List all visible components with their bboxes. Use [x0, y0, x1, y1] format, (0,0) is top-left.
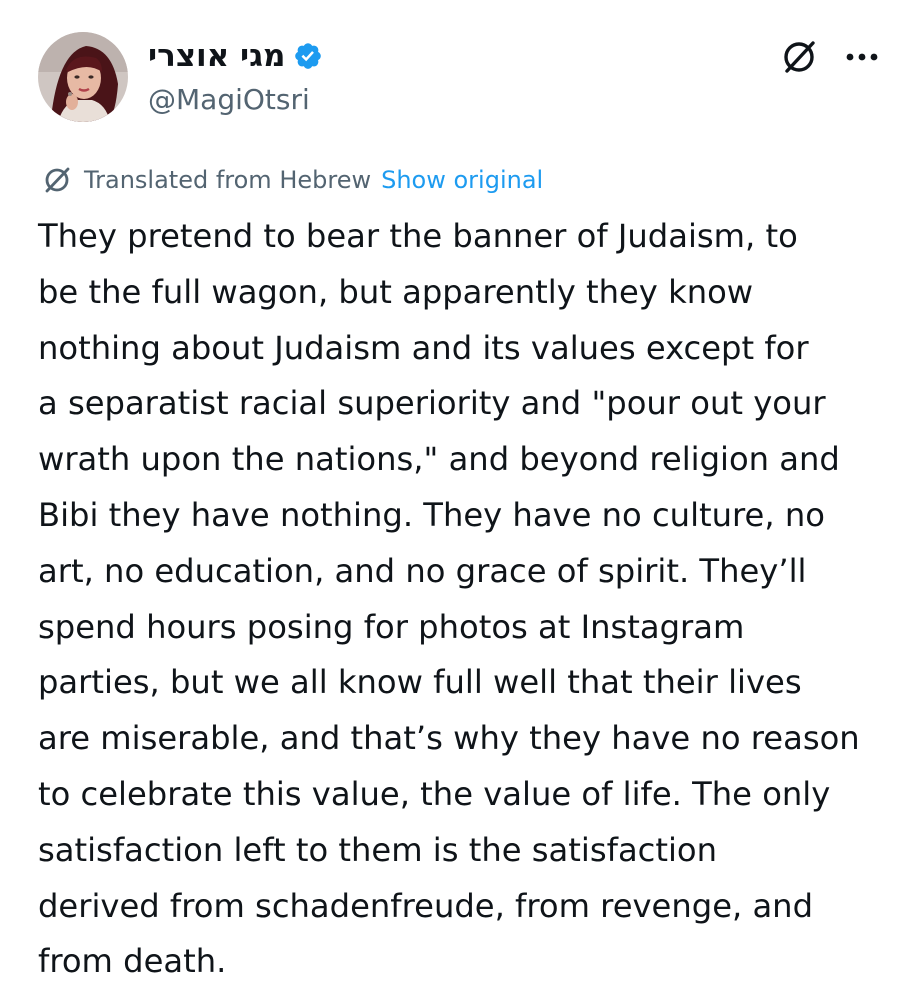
- show-original-link[interactable]: Show original: [381, 166, 543, 194]
- author-handle[interactable]: @MagiOtsri: [148, 80, 310, 120]
- more-options-icon[interactable]: [842, 44, 882, 70]
- translated-from-label: Translated from Hebrew: [84, 166, 372, 194]
- verified-badge-icon: [295, 43, 322, 69]
- tweet-text: They pretend to bear the banner of Judai…: [38, 217, 860, 981]
- translation-notice: Translated from Hebrew Show original: [40, 162, 543, 198]
- translate-icon[interactable]: [778, 36, 820, 78]
- translate-icon: [45, 167, 70, 193]
- avatar[interactable]: [38, 32, 128, 122]
- author-display-name[interactable]: מגי אוצרי: [148, 34, 285, 78]
- profile-photo: [38, 32, 128, 122]
- author-name-row: מגי אוצרי: [148, 34, 323, 78]
